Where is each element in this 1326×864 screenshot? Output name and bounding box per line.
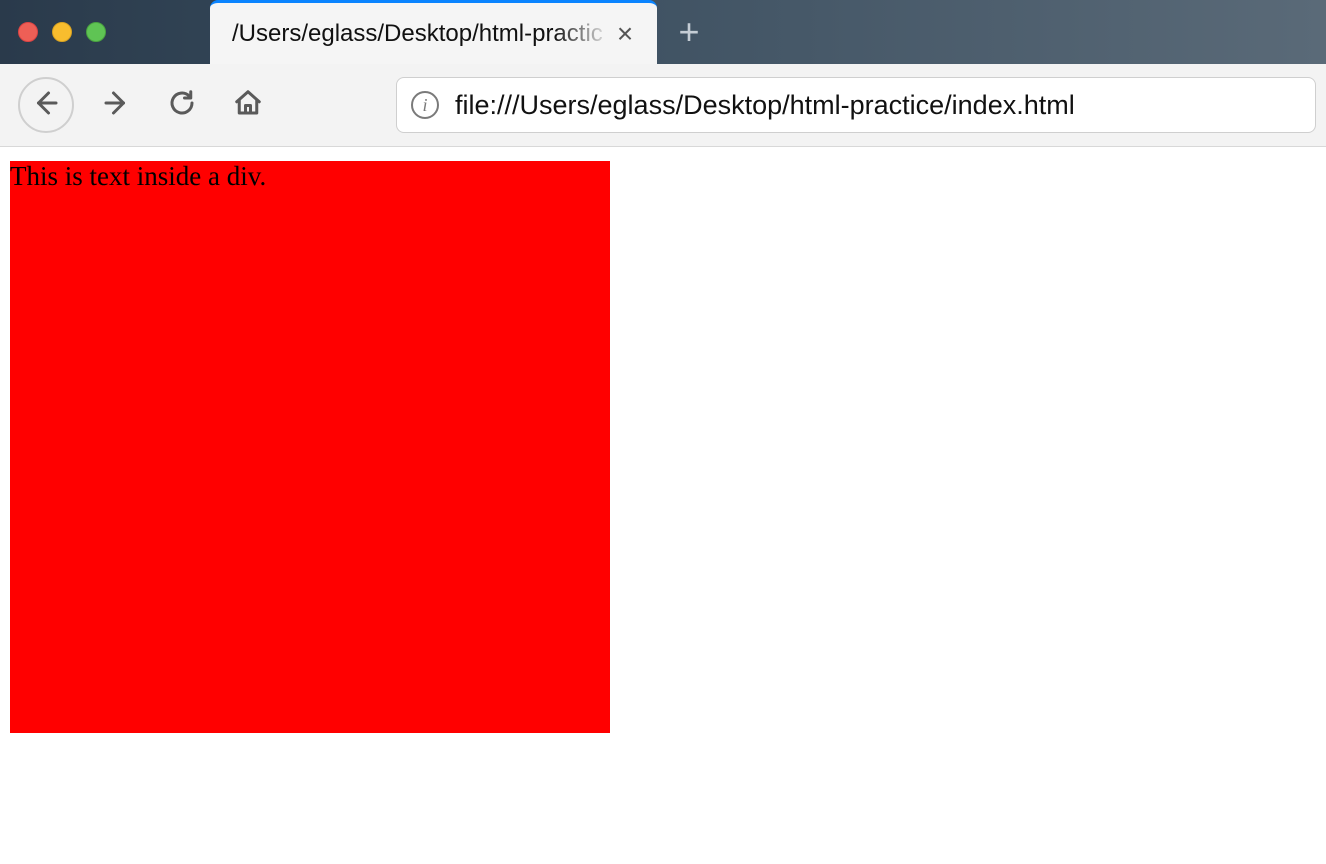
tab-close-button[interactable]: × — [611, 20, 639, 48]
home-icon — [233, 88, 263, 123]
site-info-icon[interactable]: i — [411, 91, 439, 119]
forward-button[interactable] — [92, 81, 140, 129]
tab-title: /Users/eglass/Desktop/html-practic — [232, 20, 611, 48]
titlebar: /Users/eglass/Desktop/html-practic × + — [0, 0, 1326, 64]
window-controls — [0, 0, 210, 64]
nav-button-group — [10, 77, 272, 133]
address-bar[interactable]: i file:///Users/eglass/Desktop/html-prac… — [396, 77, 1316, 133]
arrow-left-icon — [31, 88, 61, 123]
active-tab[interactable]: /Users/eglass/Desktop/html-practic × — [210, 0, 657, 64]
reload-button[interactable] — [158, 81, 206, 129]
arrow-right-icon — [101, 88, 131, 123]
window-maximize-button[interactable] — [86, 22, 106, 42]
page-viewport: This is text inside a div. — [0, 147, 1326, 733]
window-minimize-button[interactable] — [52, 22, 72, 42]
reload-icon — [167, 88, 197, 123]
back-button[interactable] — [18, 77, 74, 133]
nav-toolbar: i file:///Users/eglass/Desktop/html-prac… — [0, 64, 1326, 147]
home-button[interactable] — [224, 81, 272, 129]
window-close-button[interactable] — [18, 22, 38, 42]
content-div: This is text inside a div. — [10, 161, 610, 733]
new-tab-button[interactable]: + — [657, 0, 721, 64]
content-div-text: This is text inside a div. — [10, 161, 266, 191]
url-text: file:///Users/eglass/Desktop/html-practi… — [455, 90, 1301, 121]
